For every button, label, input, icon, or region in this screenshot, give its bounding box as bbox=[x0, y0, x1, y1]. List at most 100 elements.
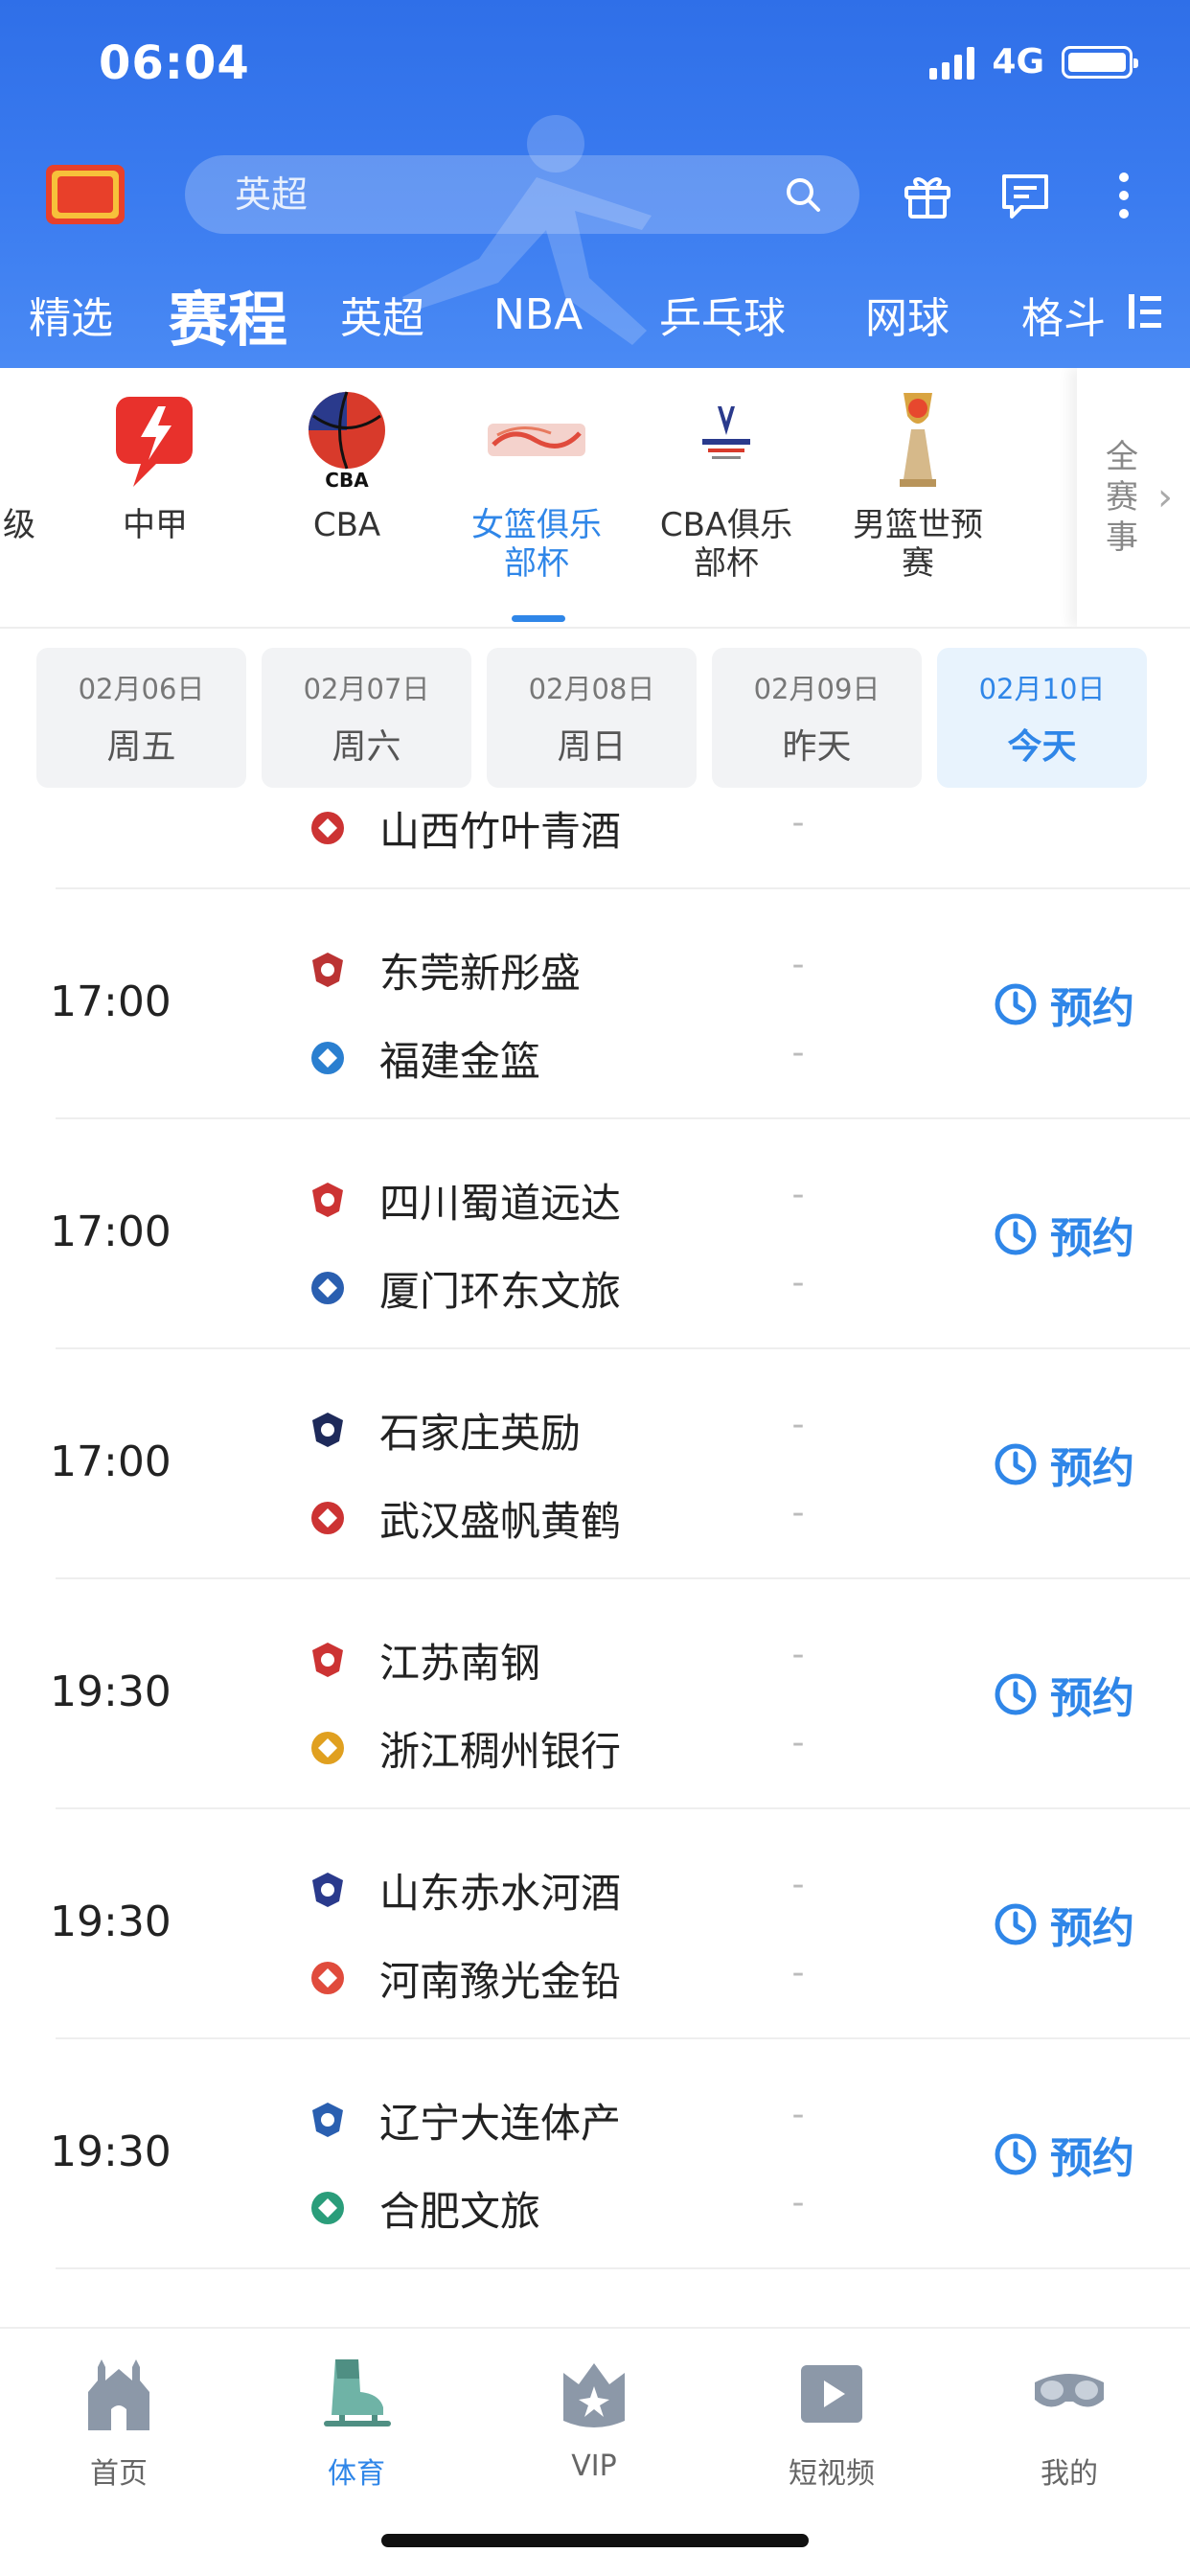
reserve-button[interactable]: 预约 bbox=[993, 974, 1134, 1035]
away-team[interactable]: 山西竹叶青酒 bbox=[309, 803, 621, 857]
more-icon[interactable] bbox=[1100, 169, 1148, 222]
league-item-world-cup-qualifiers[interactable]: 男篮世预 赛 bbox=[841, 368, 995, 627]
team-logo-icon bbox=[312, 953, 343, 987]
nav-label: VIP bbox=[571, 2450, 617, 2483]
cba-club-cup-logo-icon bbox=[702, 406, 750, 459]
team-logo-icon bbox=[311, 812, 344, 844]
away-team[interactable]: 浙江稠州银行 bbox=[309, 1719, 621, 1777]
reserve-button[interactable]: 预约 bbox=[993, 1894, 1134, 1955]
app-logo[interactable] bbox=[44, 161, 126, 228]
home-team[interactable]: 山东赤水河酒 bbox=[309, 1861, 621, 1919]
tab-tennis[interactable]: 网球 bbox=[865, 268, 950, 360]
reserve-button[interactable]: 预约 bbox=[993, 2124, 1134, 2185]
league-label: CBA俱乐 部杯 bbox=[659, 506, 793, 583]
away-team[interactable]: 武汉盛帆黄鹤 bbox=[309, 1489, 621, 1547]
nav-sports[interactable]: 体育 bbox=[280, 2354, 433, 2492]
match-row[interactable]: 17:00 石家庄英励 武汉盛帆黄鹤 - - 预约 bbox=[0, 1349, 1190, 1579]
nav-label: 体育 bbox=[328, 2457, 385, 2491]
home-score: - bbox=[791, 1635, 805, 1674]
tab-nba[interactable]: NBA bbox=[493, 268, 583, 360]
reserve-label: 预约 bbox=[1050, 2134, 1134, 2183]
message-icon[interactable] bbox=[998, 169, 1052, 222]
date-chip[interactable]: 02月07日 周六 bbox=[262, 648, 471, 788]
svg-text:CBA: CBA bbox=[325, 469, 369, 492]
match-time: 19:30 bbox=[50, 1668, 172, 1716]
team-name: 四川蜀道远达 bbox=[379, 1179, 622, 1227]
clock-icon bbox=[995, 1903, 1037, 1945]
away-team[interactable]: 合肥文旅 bbox=[309, 2179, 540, 2237]
reserve-button[interactable]: 预约 bbox=[993, 1664, 1134, 1725]
reserve-button[interactable]: 预约 bbox=[993, 1434, 1134, 1495]
team-logo-icon bbox=[311, 1962, 344, 1994]
date-chip-today[interactable]: 02月10日 今天 bbox=[937, 648, 1147, 788]
home-team[interactable]: 四川蜀道远达 bbox=[309, 1171, 621, 1229]
battery-icon bbox=[1062, 45, 1138, 79]
search-icon[interactable] bbox=[783, 174, 823, 215]
tab-schedule[interactable]: 赛程 bbox=[169, 268, 287, 360]
league-item-womens-club-cup[interactable]: 女篮俱乐 部杯 bbox=[460, 368, 613, 627]
gift-icon[interactable] bbox=[901, 169, 954, 222]
match-row[interactable]: 19:30 江苏南钢 浙江稠州银行 - - 预约 bbox=[0, 1579, 1190, 1809]
date-chip[interactable]: 02月09日 昨天 bbox=[712, 648, 922, 788]
match-row[interactable]: 19:30 辽宁大连体产 合肥文旅 - - 预约 bbox=[0, 2039, 1190, 2269]
match-row[interactable]: 14:30上海浦发银行山西竹叶青酒--预约 bbox=[0, 803, 1190, 889]
tab-menu-icon[interactable] bbox=[1129, 292, 1163, 331]
nav-home[interactable]: 首页 bbox=[42, 2354, 195, 2492]
team-logo-icon bbox=[311, 1042, 344, 1074]
tab-table-tennis[interactable]: 乒乓球 bbox=[659, 268, 786, 360]
tab-premier-league[interactable]: 英超 bbox=[340, 268, 424, 360]
away-team[interactable]: 河南豫光金铅 bbox=[309, 1949, 621, 2007]
league-item-partial[interactable]: 级 bbox=[0, 368, 77, 627]
match-row[interactable]: 19:30 山东赤水河酒 河南豫光金铅 - - 预约 bbox=[0, 1809, 1190, 2039]
goggles-icon bbox=[1035, 2374, 1104, 2407]
weekday-label: 周日 bbox=[557, 727, 627, 767]
match-row[interactable]: 17:00 四川蜀道远达 厦门环东文旅 - - 预约 bbox=[0, 1119, 1190, 1349]
nav-vip[interactable]: VIP bbox=[517, 2354, 671, 2483]
reserve-label: 预约 bbox=[1050, 1904, 1134, 1953]
reserve-label: 预约 bbox=[1050, 1444, 1134, 1493]
zhongjia-logo-icon bbox=[116, 397, 193, 487]
world-cup-trophy-icon bbox=[900, 393, 936, 487]
date-label: 02月06日 bbox=[78, 673, 205, 705]
league-item-cba-club-cup[interactable]: CBA俱乐 部杯 bbox=[650, 368, 803, 627]
team-logo-icon bbox=[312, 1873, 343, 1907]
tab-featured[interactable]: 精选 bbox=[29, 268, 113, 360]
match-list[interactable]: 14:30上海浦发银行山西竹叶青酒--预约 17:00 东莞新彤盛福建金篮 - - 预约 1… bbox=[0, 803, 1190, 2327]
league-item-cba[interactable]: CBA CBA bbox=[280, 368, 414, 627]
clock-icon bbox=[995, 1673, 1037, 1715]
date-chip[interactable]: 02月08日 周日 bbox=[487, 648, 697, 788]
home-team[interactable]: 石家庄英励 bbox=[309, 1401, 581, 1459]
away-team[interactable]: 福建金篮 bbox=[309, 1029, 540, 1087]
nav-label: 短视频 bbox=[789, 2457, 875, 2491]
away-team[interactable]: 厦门环东文旅 bbox=[309, 1259, 621, 1317]
reserve-button[interactable]: 预约 bbox=[993, 803, 1134, 805]
date-chip[interactable]: 02月06日 周五 bbox=[36, 648, 246, 788]
video-play-icon bbox=[801, 2365, 862, 2423]
search-bar[interactable] bbox=[185, 155, 859, 234]
match-time: 17:00 bbox=[50, 1438, 172, 1486]
nav-profile[interactable]: 我的 bbox=[993, 2354, 1146, 2492]
date-label: 02月09日 bbox=[753, 673, 881, 705]
home-score: - bbox=[791, 1175, 805, 1214]
all-leagues-button[interactable]: 全赛事 › bbox=[1077, 368, 1190, 627]
team-name: 厦门环东文旅 bbox=[379, 1267, 622, 1315]
away-score: - bbox=[791, 1033, 805, 1072]
away-score: - bbox=[791, 1953, 805, 1992]
match-row[interactable]: 17:00 东莞新彤盛 福建金篮 - - 预约 bbox=[0, 889, 1190, 1119]
search-input[interactable] bbox=[185, 173, 721, 216]
nav-short-video[interactable]: 短视频 bbox=[755, 2354, 908, 2492]
home-team[interactable]: 江苏南钢 bbox=[309, 1631, 540, 1689]
app-header: 06:04 4G 英超 精选 赛程 英超 NBA 乒乓球 网球 格斗 bbox=[0, 0, 1190, 368]
home-team[interactable]: 东莞新彤盛 bbox=[309, 941, 581, 999]
network-type: 4G bbox=[992, 42, 1044, 81]
team-logo-icon bbox=[311, 2192, 344, 2224]
league-label: 女篮俱乐 部杯 bbox=[471, 506, 602, 583]
active-league-indicator bbox=[512, 615, 565, 622]
league-item-zhongjia[interactable]: 中甲 bbox=[88, 368, 222, 627]
tab-combat[interactable]: 格斗 bbox=[1021, 268, 1108, 360]
clock-icon bbox=[995, 1443, 1037, 1485]
home-team[interactable]: 辽宁大连体产 bbox=[309, 2091, 621, 2149]
away-score: - bbox=[791, 2183, 805, 2222]
reserve-button[interactable]: 预约 bbox=[993, 1204, 1134, 1265]
signal-icon bbox=[929, 45, 975, 80]
